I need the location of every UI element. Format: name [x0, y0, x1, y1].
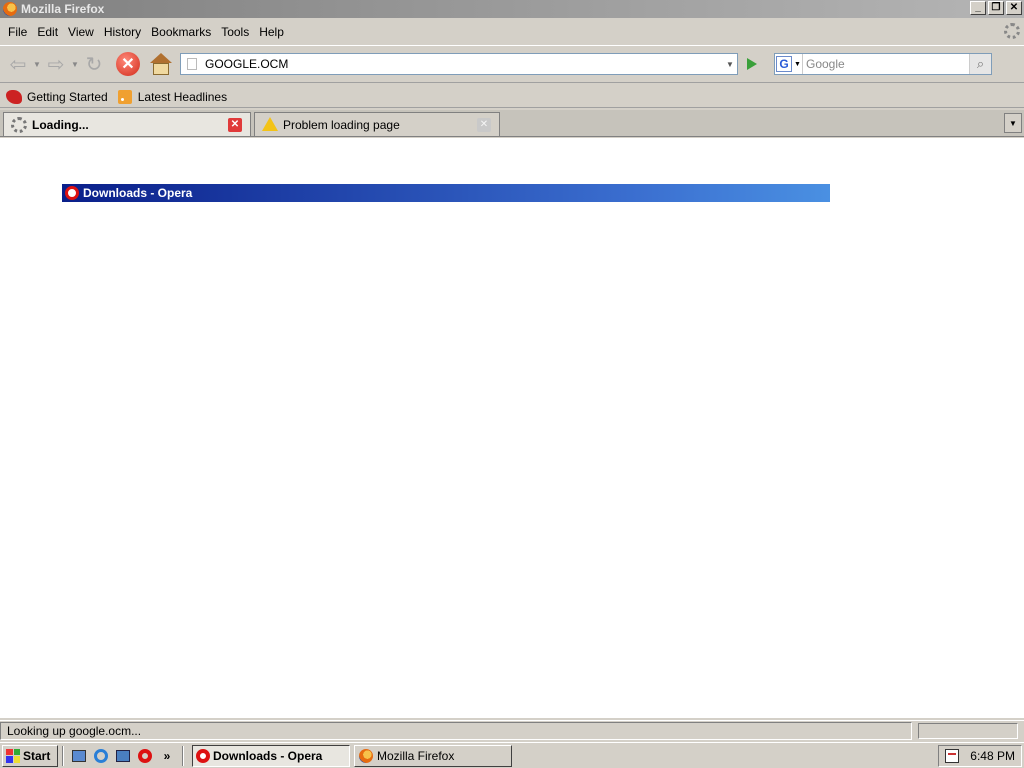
internet-explorer-quicklaunch[interactable] — [92, 747, 110, 765]
window-titlebar: Mozilla Firefox _ ❐ ✕ — [0, 0, 1024, 18]
page-content: Downloads - Opera — [0, 138, 1024, 718]
tab-close-icon[interactable]: ✕ — [477, 117, 491, 132]
warning-icon — [262, 116, 278, 131]
url-history-dropdown[interactable]: ▼ — [723, 54, 737, 74]
tab-problem-loading[interactable]: Problem loading page ✕ — [254, 112, 500, 136]
outlook-quicklaunch[interactable] — [114, 747, 132, 765]
opera-icon — [138, 748, 152, 763]
start-button[interactable]: Start — [2, 744, 58, 767]
status-text: Looking up google.ocm... — [0, 721, 912, 740]
dragged-window-titlebar[interactable]: Downloads - Opera — [62, 184, 830, 202]
chevron-more-icon: » — [163, 748, 171, 763]
show-desktop-quicklaunch[interactable] — [70, 747, 88, 765]
rss-icon — [117, 89, 132, 104]
show-desktop-icon — [72, 749, 86, 762]
menu-bar: File Edit View History Bookmarks Tools H… — [0, 20, 1024, 43]
windows-logo-icon — [6, 748, 20, 763]
page-icon — [187, 58, 197, 70]
search-box: G ▼ Google ⌕ — [774, 53, 992, 75]
menu-history[interactable]: History — [104, 25, 141, 39]
bookmarks-toolbar: Getting Started Latest Headlines — [0, 86, 1024, 108]
go-arrow-icon — [747, 58, 757, 70]
menu-tools[interactable]: Tools — [221, 25, 249, 39]
tab-label: Problem loading page — [283, 117, 400, 132]
url-bar[interactable]: GOOGLE.OCM ▼ — [180, 53, 738, 75]
bookmark-getting-started[interactable]: Getting Started — [6, 89, 108, 104]
firefox-bookmark-icon — [6, 89, 22, 104]
tab-close-icon[interactable]: ✕ — [228, 117, 242, 132]
go-button[interactable] — [742, 54, 762, 74]
window-title: Mozilla Firefox — [21, 2, 105, 16]
taskbar-button-label: Mozilla Firefox — [377, 748, 455, 763]
spinner-icon — [11, 116, 27, 133]
close-button[interactable]: ✕ — [1006, 1, 1022, 15]
firefox-icon — [359, 748, 373, 763]
bookmark-label: Latest Headlines — [137, 89, 228, 104]
firefox-icon — [3, 2, 17, 16]
opera-icon — [196, 748, 210, 763]
taskbar-button-label: Downloads - Opera — [213, 748, 323, 763]
navigation-toolbar: ⇦ ▼ ⇨ ▼ ↻ ✕ GOOGLE.OCM ▼ G ▼ Google ⌕ — [0, 45, 1024, 83]
internet-explorer-icon — [94, 748, 108, 763]
opera-quicklaunch[interactable] — [136, 747, 154, 765]
progress-meter — [918, 722, 1018, 739]
menu-view[interactable]: View — [68, 25, 94, 39]
bookmark-label: Getting Started — [27, 89, 108, 104]
tab-strip: Loading... ✕ Problem loading page ✕ ▼ — [0, 110, 1024, 137]
search-input[interactable]: Google — [803, 57, 969, 71]
back-arrow-icon[interactable]: ⇦ — [4, 50, 32, 78]
tab-list-dropdown[interactable]: ▼ — [1004, 113, 1022, 133]
dragged-window-title: Downloads - Opera — [83, 186, 193, 200]
back-history-dropdown[interactable]: ▼ — [32, 60, 42, 69]
restore-button[interactable]: ❐ — [988, 1, 1004, 15]
bookmark-latest-headlines[interactable]: Latest Headlines — [117, 89, 228, 104]
status-bar: Looking up google.ocm... — [0, 720, 1024, 740]
activity-throbber-icon — [1004, 23, 1020, 39]
taskbar: Start » Downloads - Opera Mozilla Firefo… — [0, 742, 1024, 768]
forward-history-dropdown[interactable]: ▼ — [70, 60, 80, 69]
tab-loading[interactable]: Loading... ✕ — [3, 112, 251, 136]
reload-icon[interactable]: ↻ — [80, 50, 108, 78]
menu-edit[interactable]: Edit — [37, 25, 58, 39]
menu-file[interactable]: File — [8, 25, 27, 39]
url-input[interactable]: GOOGLE.OCM — [205, 57, 723, 71]
outlook-icon — [116, 749, 130, 762]
clock[interactable]: 6:48 PM — [970, 749, 1015, 763]
minimize-button[interactable]: _ — [970, 1, 986, 15]
quicklaunch-more[interactable]: » — [158, 747, 176, 765]
warning-icon-wrap — [262, 116, 278, 133]
home-icon[interactable] — [148, 51, 174, 77]
menu-help[interactable]: Help — [259, 25, 284, 39]
search-icon[interactable]: ⌕ — [969, 54, 991, 74]
google-engine-icon: G — [776, 56, 793, 72]
taskbar-button-firefox[interactable]: Mozilla Firefox — [354, 744, 512, 767]
tray-calendar-icon[interactable] — [945, 749, 959, 763]
taskbar-separator — [62, 745, 64, 766]
window-controls: _ ❐ ✕ — [970, 1, 1022, 15]
taskbar-button-opera-downloads[interactable]: Downloads - Opera — [192, 744, 350, 767]
opera-icon — [65, 186, 79, 200]
taskbar-separator — [182, 745, 184, 766]
tab-label: Loading... — [32, 117, 89, 132]
start-label: Start — [23, 748, 51, 763]
menu-bookmarks[interactable]: Bookmarks — [151, 25, 211, 39]
search-engine-selector[interactable]: G ▼ — [775, 54, 803, 74]
stop-icon[interactable]: ✕ — [116, 52, 140, 76]
system-tray: 6:48 PM — [938, 745, 1022, 767]
forward-arrow-icon[interactable]: ⇨ — [42, 50, 70, 78]
